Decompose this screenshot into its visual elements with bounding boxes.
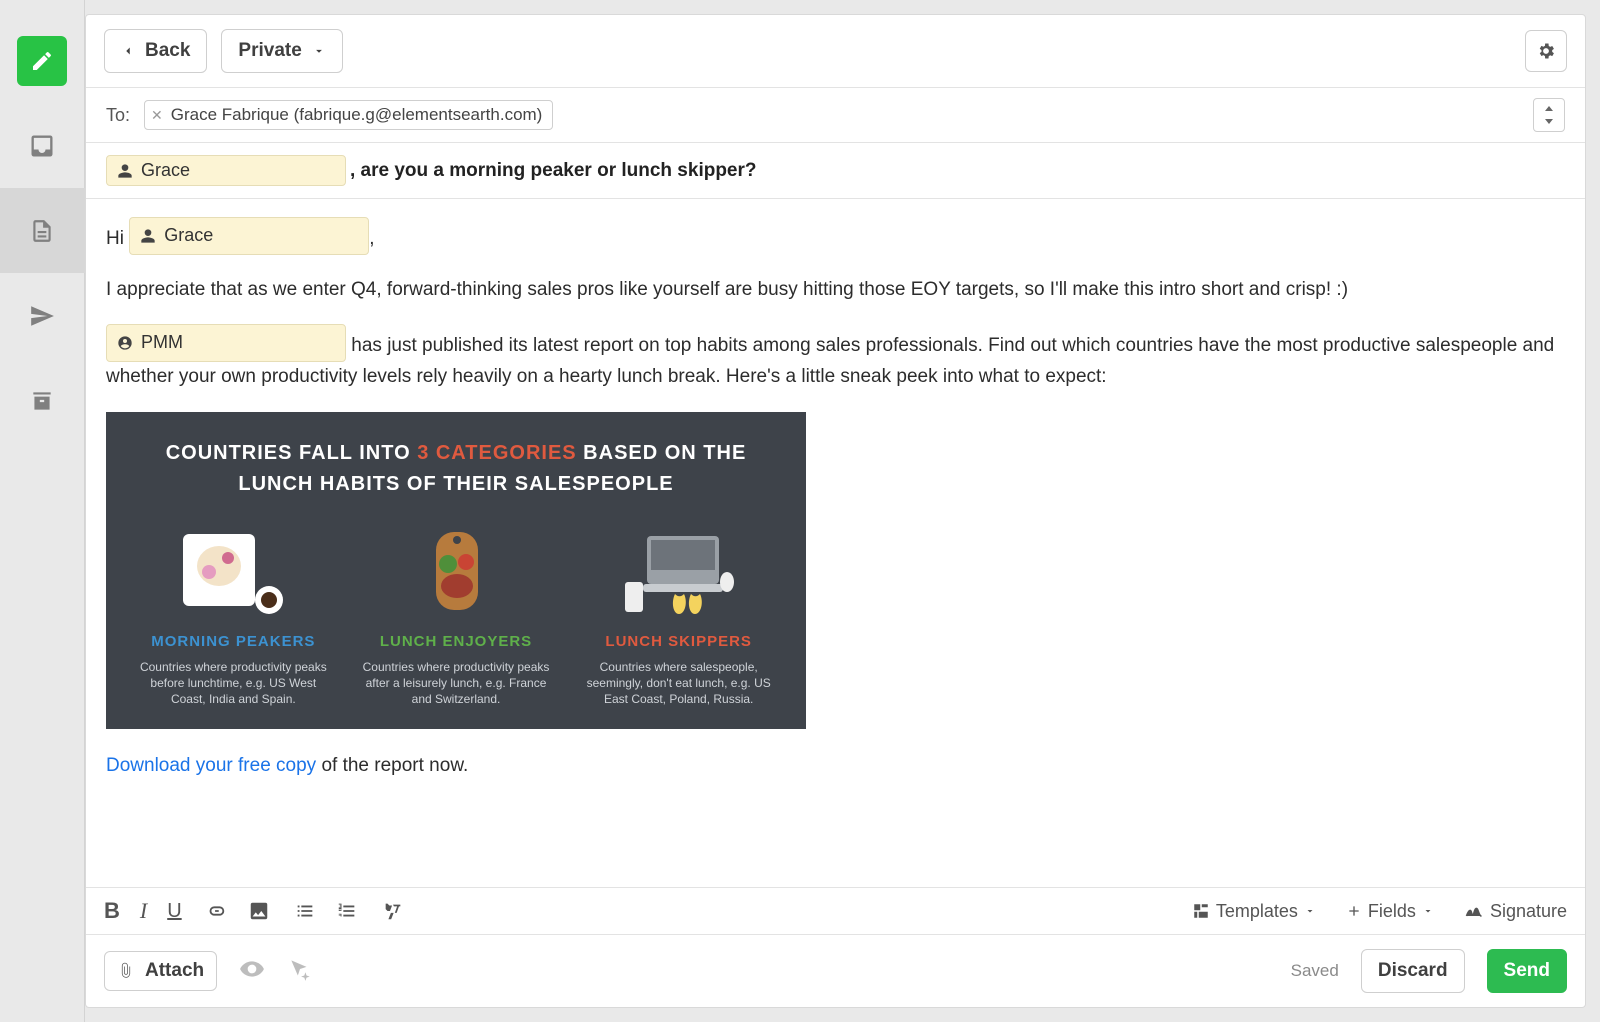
email-body[interactable]: Hi Grace , I appreciate that as we enter… (86, 199, 1585, 887)
greeting-hi: Hi (106, 228, 124, 249)
action-bar: Attach Saved Discard Send (86, 934, 1585, 1007)
fields-dropdown[interactable]: Fields (1346, 901, 1434, 922)
recipient-name: Grace Fabrique (fabrique.g@elementsearth… (171, 105, 543, 125)
send-icon (29, 303, 55, 329)
edit-icon (30, 49, 54, 73)
preview-button[interactable] (239, 956, 265, 987)
link-button[interactable] (206, 900, 228, 922)
bullet-list-button[interactable] (294, 900, 316, 922)
signature-label: Signature (1490, 901, 1567, 922)
infographic-col-desc: Countries where productivity peaks after… (351, 659, 562, 708)
inbox-icon (28, 132, 56, 160)
send-button[interactable]: Send (1487, 949, 1567, 993)
archive-icon (29, 388, 55, 414)
person-icon (140, 228, 156, 244)
bullet-list-icon (294, 900, 316, 922)
back-button[interactable]: Back (104, 29, 207, 73)
infographic-col-lunch: LUNCH ENJOYERS Countries where productiv… (351, 522, 562, 708)
templates-label: Templates (1216, 901, 1298, 922)
back-label: Back (145, 40, 190, 62)
fields-label: Fields (1368, 901, 1416, 922)
subject-text: , are you a morning peaker or lunch skip… (350, 160, 757, 182)
updown-icon (1543, 106, 1555, 124)
chevron-down-icon (1304, 905, 1316, 917)
format-toolbar: B I U Tem (86, 887, 1585, 934)
attach-button[interactable]: Attach (104, 951, 217, 991)
save-status: Saved (1291, 961, 1339, 981)
to-label: To: (106, 105, 130, 126)
plate-icon (173, 522, 293, 622)
number-list-button[interactable] (336, 900, 358, 922)
subject-row[interactable]: Grace , are you a morning peaker or lunc… (86, 143, 1585, 199)
template-icon (1192, 902, 1210, 920)
signature-icon (1464, 901, 1484, 921)
italic-button[interactable]: I (140, 898, 147, 924)
cutting-board-icon (396, 522, 516, 622)
compose-button[interactable] (17, 36, 67, 86)
visibility-dropdown[interactable]: Private (221, 29, 342, 73)
image-button[interactable] (248, 900, 270, 922)
infographic-col-title: LUNCH SKIPPERS (605, 630, 752, 653)
clear-format-button[interactable] (382, 900, 404, 922)
infographic-col-skipper: LUNCH SKIPPERS Countries where salespeop… (573, 522, 784, 708)
body-token-name-text: Grace (164, 222, 213, 250)
download-rest: of the report now. (316, 755, 468, 776)
link-icon (206, 900, 228, 922)
plus-icon (1346, 903, 1362, 919)
body-merge-token-name[interactable]: Grace (129, 217, 369, 255)
discard-label: Discard (1378, 960, 1448, 982)
body-paragraph-1: I appreciate that as we enter Q4, forwar… (106, 275, 1565, 304)
templates-dropdown[interactable]: Templates (1192, 901, 1316, 922)
rail-inbox[interactable] (0, 103, 85, 188)
paperclip-icon (117, 962, 135, 980)
subject-merge-token[interactable]: Grace (106, 155, 346, 186)
number-list-icon (336, 900, 358, 922)
underline-button[interactable]: U (167, 900, 181, 923)
compose-panel: Back Private To: ✕ Grace Fabrique (fabri… (85, 14, 1586, 1008)
infographic: Countries fall into 3 categories based o… (106, 412, 806, 730)
person-icon (117, 163, 133, 179)
gear-icon (1536, 41, 1556, 61)
cursor-spark-icon (287, 956, 313, 982)
subject-token-text: Grace (141, 160, 190, 181)
laptop-icon (619, 522, 739, 622)
clear-format-icon (382, 900, 404, 922)
chevron-down-icon (312, 44, 326, 58)
infographic-col-desc: Countries where productivity peaks befor… (128, 659, 339, 708)
rail-archive[interactable] (0, 358, 85, 443)
recipient-chip[interactable]: ✕ Grace Fabrique (fabrique.g@elementsear… (144, 100, 553, 130)
infographic-col-desc: Countries where salespeople, seemingly, … (573, 659, 784, 708)
eye-icon (239, 956, 265, 982)
rail-sent[interactable] (0, 273, 85, 358)
image-icon (248, 900, 270, 922)
company-icon (117, 335, 133, 351)
recipient-remove[interactable]: ✕ (151, 107, 165, 124)
bold-button[interactable]: B (104, 898, 120, 924)
expand-recipients-button[interactable] (1533, 98, 1565, 132)
settings-button[interactable] (1525, 30, 1567, 72)
chevron-left-icon (121, 44, 135, 58)
compose-toolbar: Back Private (86, 15, 1585, 88)
send-label: Send (1504, 960, 1550, 982)
download-link[interactable]: Download your free copy (106, 755, 316, 776)
chevron-down-icon (1422, 905, 1434, 917)
signature-button[interactable]: Signature (1464, 901, 1567, 922)
greeting-comma: , (369, 228, 374, 249)
infographic-col-title: LUNCH ENJOYERS (380, 630, 532, 653)
infographic-col-title: MORNING PEAKERS (151, 630, 315, 653)
discard-button[interactable]: Discard (1361, 949, 1465, 993)
attach-label: Attach (145, 960, 204, 982)
infographic-col-morning: MORNING PEAKERS Countries where producti… (128, 522, 339, 708)
visibility-label: Private (238, 40, 301, 62)
to-row[interactable]: To: ✕ Grace Fabrique (fabrique.g@element… (86, 88, 1585, 143)
left-rail (0, 0, 85, 1022)
body-merge-token-company[interactable]: PMM (106, 324, 346, 362)
document-icon (29, 218, 55, 244)
rail-compose[interactable] (0, 18, 85, 103)
body-token-company-text: PMM (141, 329, 183, 357)
infographic-title: Countries fall into 3 categories based o… (128, 438, 784, 500)
smart-suggest-button[interactable] (287, 956, 313, 987)
rail-documents[interactable] (0, 188, 85, 273)
